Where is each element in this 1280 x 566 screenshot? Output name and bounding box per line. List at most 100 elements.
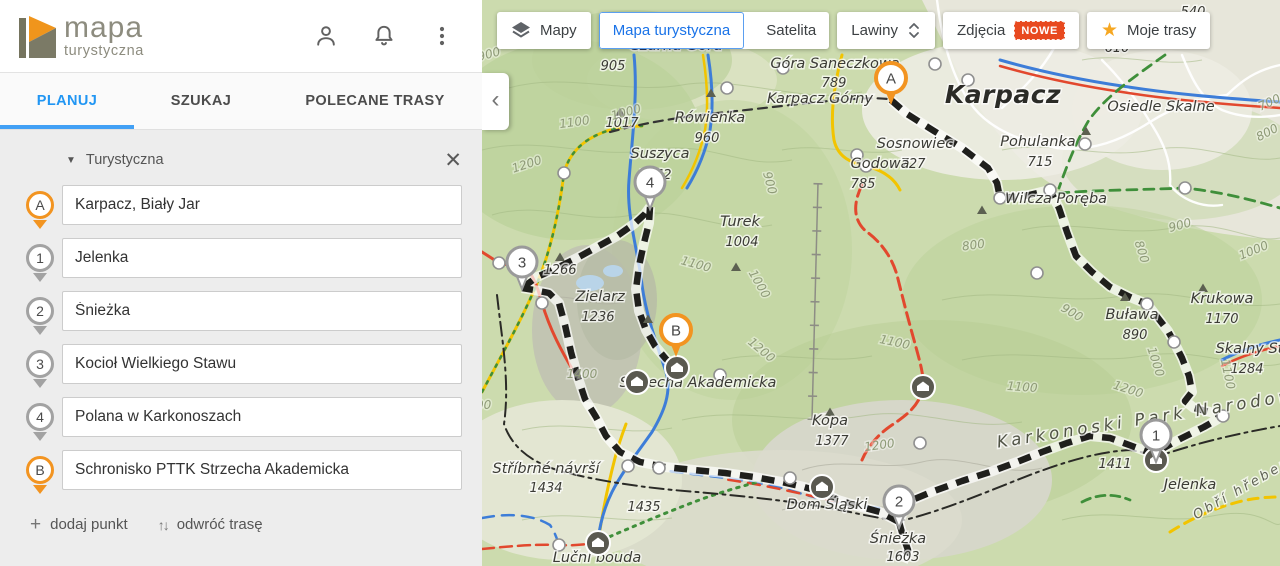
kebab-menu-icon[interactable] [428,22,456,50]
map-label: Osiedle Skalne [1107,99,1214,115]
route-planner: ▼ Turystyczna ✕ A 1 2 3 4 [0,130,482,566]
brand-logo[interactable]: mapa turystyczna [14,13,144,59]
route-pin-b[interactable]: B [26,456,54,484]
maps-menu-button[interactable]: Mapy [497,12,591,49]
map-label: Karpacz [945,80,1061,109]
map-label: Pohulanka [1000,134,1075,150]
header-icons [312,22,456,50]
map-label: Karpacz Górny [767,91,873,107]
map-label: Stříbrné návrší [493,461,602,477]
profile-row: ▼ Turystyczna ✕ [0,145,482,175]
map-label: Jelenka [1161,477,1217,493]
trail-waypoint-dot [557,166,571,180]
mountain-hut-icon [585,530,611,556]
route-point-input-3[interactable] [62,344,462,384]
route-point-row-4: 4 [0,397,482,437]
sidebar: mapa turystyczna PLANUJ SZUKAJ POLECANE … [0,0,482,566]
map-label: Kopa [812,413,848,429]
route-pin-label: 1 [36,250,44,266]
tab-polecane-trasy[interactable]: POLECANE TRASY [268,73,482,129]
mountain-hut-icon [809,474,835,500]
route-point-input-2[interactable] [62,291,462,331]
account-icon[interactable] [312,22,340,50]
avalanches-label: Lawiny [851,22,898,39]
map-panel: Czarna Góra905Góra Saneczkowa789Karpacz … [482,0,1280,566]
mountain-hut-icon [664,355,690,381]
map-label: 890 [1123,328,1148,343]
my-routes-label: Moje trasy [1127,22,1197,39]
profile-label[interactable]: Turystyczna [86,152,164,168]
reverse-route-button[interactable]: ↑↓ odwróć trasę [158,516,263,533]
map-label: 715 [1028,155,1053,170]
plus-icon: + [30,514,42,535]
map-label: 1603 [886,550,919,565]
caret-down-icon[interactable]: ▼ [66,155,76,166]
layer-satellite-button[interactable]: Satelita [753,12,829,49]
route-point-input-a[interactable] [62,185,462,225]
route-pin-a[interactable]: A [26,191,54,219]
map[interactable]: Czarna Góra905Góra Saneczkowa789Karpacz … [482,0,1280,566]
map-label: 1266 [543,263,576,278]
route-point-row-3: 3 [0,344,482,384]
trail-waypoint-dot [783,471,797,485]
map-label: 1400 [482,398,492,412]
add-point-button[interactable]: + dodaj punkt [30,515,128,534]
trail-waypoint-dot [652,461,666,475]
trail-waypoint-dot [720,81,734,95]
svg-text:3: 3 [518,255,526,272]
brand-subname: turystyczna [64,43,144,60]
route-pin-label: 3 [36,356,44,372]
star-icon: ★ [1100,20,1119,41]
map-label: Śnieżka [870,529,926,547]
tab-szukaj[interactable]: SZUKAJ [134,73,268,129]
map-label: 1411 [1098,457,1131,472]
route-point-row-a: A [0,185,482,225]
sidebar-tabs: PLANUJ SZUKAJ POLECANE TRASY [0,72,482,130]
route-pin-4[interactable]: 4 [26,403,54,431]
my-routes-button[interactable]: ★ Moje trasy [1086,12,1211,49]
layer-tourist-button[interactable]: Mapa turystyczna [598,12,745,49]
trail-waypoint-dot [1030,266,1044,280]
mountain-hut-icon [910,374,936,400]
map-label: Krukowa [1191,291,1254,307]
map-label: Godowa [851,156,910,172]
route-point-input-4[interactable] [62,397,462,437]
route-point-input-1[interactable] [62,238,462,278]
trail-waypoint-dot [535,296,549,310]
chevron-left-icon: ‹ [491,85,500,113]
new-badge: NOWE [1014,21,1065,40]
map-label: 1004 [725,235,758,250]
route-pin-1[interactable]: 1 [26,244,54,272]
collapse-sidebar-button[interactable]: ‹ [482,73,509,130]
route-pin-3[interactable]: 3 [26,350,54,378]
map-label: 905 [601,59,626,74]
trail-waypoint-dot [1078,137,1092,151]
trail-waypoint-dot [913,436,927,450]
map-label: 1170 [1205,312,1238,327]
svg-text:1: 1 [1152,428,1160,445]
map-label: 1435 [627,500,660,515]
svg-text:2: 2 [895,494,903,511]
map-label: Buława [1106,307,1159,323]
avalanches-button[interactable]: Lawiny [837,12,935,49]
notifications-bell-icon[interactable] [370,22,398,50]
tab-planuj[interactable]: PLANUJ [0,73,134,129]
route-point-input-b[interactable] [62,450,462,490]
trail-waypoint-dot [492,256,506,270]
close-icon[interactable]: ✕ [438,148,468,173]
map-label: 785 [851,177,876,192]
map-label: Turek [720,214,760,230]
trail-waypoint-dot [1178,181,1192,195]
map-label: Skalny Stół [1216,341,1280,357]
map-toolbar: Mapy Mapa turystyczna Satelita Lawiny Zd… [497,12,1211,49]
map-label: Rówienka [675,110,745,126]
route-pin-2[interactable]: 2 [26,297,54,325]
map-label: 789 [822,76,847,91]
layer-switcher: Mapa turystyczna Satelita [598,12,830,49]
svg-text:A: A [886,71,896,88]
swap-arrows-icon: ↑↓ [157,516,170,533]
photos-button[interactable]: Zdjęcia NOWE [942,12,1079,49]
map-label: 1400 [567,367,598,381]
brand-logo-icon [19,16,56,58]
route-point-row-2: 2 [0,291,482,331]
